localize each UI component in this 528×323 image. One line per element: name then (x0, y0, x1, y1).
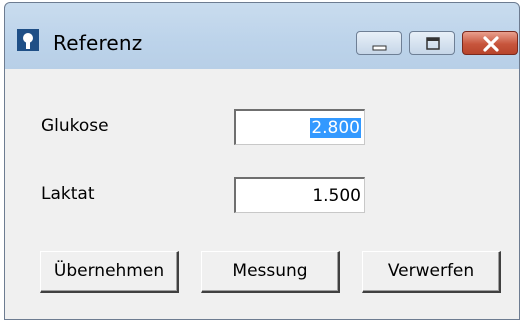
glukose-label: Glukose (41, 116, 109, 136)
laktat-field[interactable]: 1.500 (234, 177, 365, 213)
minimize-button[interactable] (356, 31, 402, 55)
close-button[interactable] (462, 31, 518, 55)
laktat-value: 1.500 (312, 186, 361, 206)
dialog-window: Referenz Glukose 2.800 Laktat 1.500 Über… (4, 2, 520, 320)
title-bar[interactable]: Referenz (5, 3, 519, 69)
window-title: Referenz (53, 31, 143, 55)
close-icon (483, 36, 499, 52)
maximize-button[interactable] (409, 31, 455, 55)
dialog-client-area: Glukose 2.800 Laktat 1.500 Übernehmen Me… (5, 69, 519, 319)
glukose-value: 2.800 (310, 118, 361, 138)
minimize-icon (372, 45, 387, 51)
laktat-label: Laktat (41, 184, 95, 204)
app-icon (17, 29, 39, 51)
glukose-field[interactable]: 2.800 (234, 109, 365, 145)
maximize-icon (426, 37, 440, 50)
uebernehmen-button[interactable]: Übernehmen (40, 251, 179, 293)
verwerfen-button[interactable]: Verwerfen (362, 251, 501, 293)
messung-button[interactable]: Messung (201, 251, 340, 293)
